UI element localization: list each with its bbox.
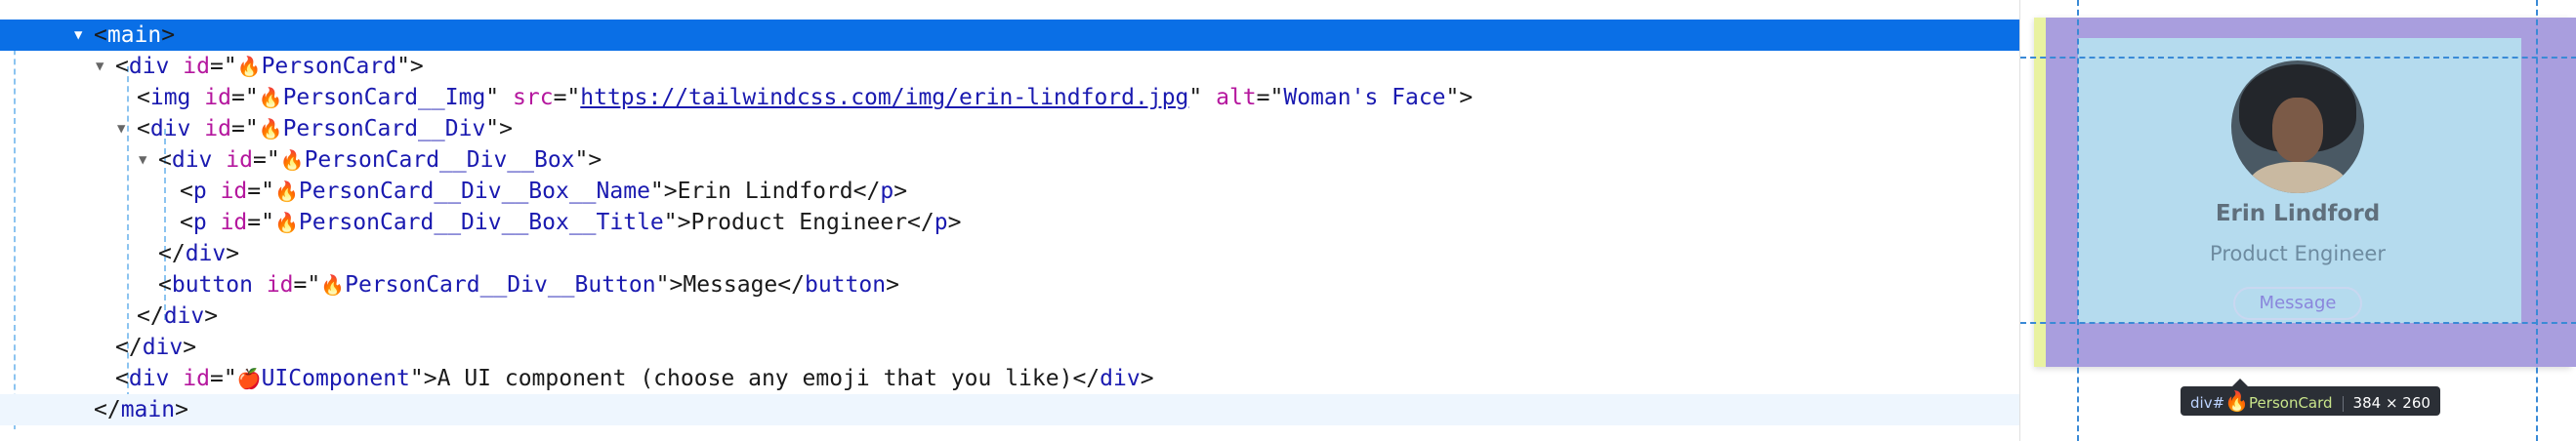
collapse-toggle-icon[interactable]: ▼	[96, 51, 115, 82]
attribute-name: id	[204, 85, 231, 110]
attribute-name: id	[266, 272, 294, 298]
attribute-name: alt	[1216, 85, 1257, 110]
text-node: Message	[683, 272, 778, 298]
collapse-toggle-icon[interactable]: ▼	[139, 144, 158, 176]
tag-name: button	[804, 272, 887, 298]
text-node: Product Engineer	[690, 210, 908, 235]
tooltip-size: 384 × 260	[2352, 394, 2431, 412]
collapse-toggle-icon[interactable]: ▼	[117, 113, 137, 144]
attribute-value: PersonCard	[261, 54, 397, 79]
dom-node-row[interactable]: <button id="🔥PersonCard__Div__Button">Me…	[0, 269, 2019, 301]
tag-name: div	[149, 116, 191, 141]
tag-name: div	[163, 303, 205, 329]
attribute-value: PersonCard__Div	[282, 116, 486, 141]
attribute-value: Woman's Face	[1283, 85, 1446, 110]
tooltip-arrow	[2232, 379, 2248, 386]
tag-name: div	[128, 366, 170, 391]
flame-icon: 🔥	[273, 211, 299, 234]
apple-icon: 🍎	[236, 367, 262, 390]
guide-line	[2536, 0, 2538, 441]
element-size-tooltip: div#🔥PersonCard 384 × 260	[2181, 386, 2440, 416]
tag-name: main	[120, 397, 176, 422]
tag-name: div	[185, 241, 227, 266]
tag-name: main	[106, 22, 162, 48]
text-node: Erin Lindford	[677, 179, 853, 204]
attribute-value: PersonCard__Div__Button	[345, 272, 656, 298]
person-name: Erin Lindford	[2215, 201, 2381, 226]
dom-node-row[interactable]: </div>	[0, 332, 2019, 363]
dom-node-row[interactable]: </div>	[0, 301, 2019, 332]
tag-name: div	[142, 335, 184, 360]
attribute-name: id	[183, 54, 210, 79]
dom-node-row[interactable]: <div id="🍎UIComponent">A UI component (c…	[0, 363, 2019, 394]
guide-line	[2020, 57, 2576, 59]
attribute-link[interactable]: https://tailwindcss.com/img/erin-lindfor…	[580, 85, 1188, 110]
tag-name: div	[171, 147, 213, 173]
dom-node-row[interactable]: </div>	[0, 238, 2019, 269]
attribute-value: PersonCard__Div__Box__Name	[298, 179, 650, 204]
message-button[interactable]: Message	[2233, 287, 2362, 320]
tag-name: p	[192, 179, 207, 204]
attribute-value: PersonCard__Div__Box__Title	[298, 210, 664, 235]
dom-node-row[interactable]: <img id="🔥PersonCard__Img" src="https://…	[0, 82, 2019, 113]
tag-name: img	[149, 85, 191, 110]
person-title: Product Engineer	[2210, 242, 2386, 265]
tag-name: p	[934, 210, 948, 235]
attribute-name: id	[220, 179, 248, 204]
dom-node-row[interactable]: ▼ <div id="🔥PersonCard">	[0, 51, 2019, 82]
tooltip-id: PersonCard	[2249, 394, 2333, 412]
tag-name: button	[171, 272, 253, 298]
dom-node-row[interactable]: <p id="🔥PersonCard__Div__Box__Title">Pro…	[0, 207, 2019, 238]
tag-name: div	[1100, 366, 1141, 391]
attribute-name: id	[226, 147, 253, 173]
attribute-name: src	[513, 85, 554, 110]
attribute-value: PersonCard__Img	[282, 85, 486, 110]
dom-node-row[interactable]: ▼ <div id="🔥PersonCard__Div">	[0, 113, 2019, 144]
flame-icon: 🔥	[273, 180, 299, 203]
flame-icon: 🔥	[279, 148, 305, 172]
text-node: A UI component (choose any emoji that yo…	[436, 366, 1073, 391]
dom-node-row[interactable]: </main>	[0, 394, 2019, 425]
person-avatar-image	[2231, 60, 2364, 193]
dom-tree-panel[interactable]: ▼ <main> ▼ <div id="🔥PersonCard"> <img id="🔥…	[0, 0, 2019, 441]
attribute-value: UIComponent	[261, 366, 410, 391]
flame-icon: 🔥	[320, 273, 346, 297]
dom-node-row[interactable]: ▼ <main>	[0, 20, 2019, 51]
dom-node-row[interactable]: <p id="🔥PersonCard__Div__Box__Name">Erin…	[0, 176, 2019, 207]
tag-name: p	[880, 179, 894, 204]
attribute-name: id	[220, 210, 248, 235]
dom-node-row[interactable]: ▼ <div id="🔥PersonCard__Div__Box">	[0, 144, 2019, 176]
tag-name: div	[128, 54, 170, 79]
attribute-name: id	[183, 366, 210, 391]
flame-icon: 🔥	[2224, 389, 2250, 413]
attribute-name: id	[204, 116, 231, 141]
tag-name: p	[192, 210, 207, 235]
flame-icon: 🔥	[236, 55, 262, 78]
guide-line	[2020, 322, 2576, 324]
flame-icon: 🔥	[258, 117, 283, 140]
collapse-toggle-icon[interactable]: ▼	[74, 20, 94, 51]
attribute-value: PersonCard__Div__Box	[304, 147, 575, 173]
flame-icon: 🔥	[258, 86, 283, 109]
tooltip-element: div#	[2190, 394, 2225, 412]
